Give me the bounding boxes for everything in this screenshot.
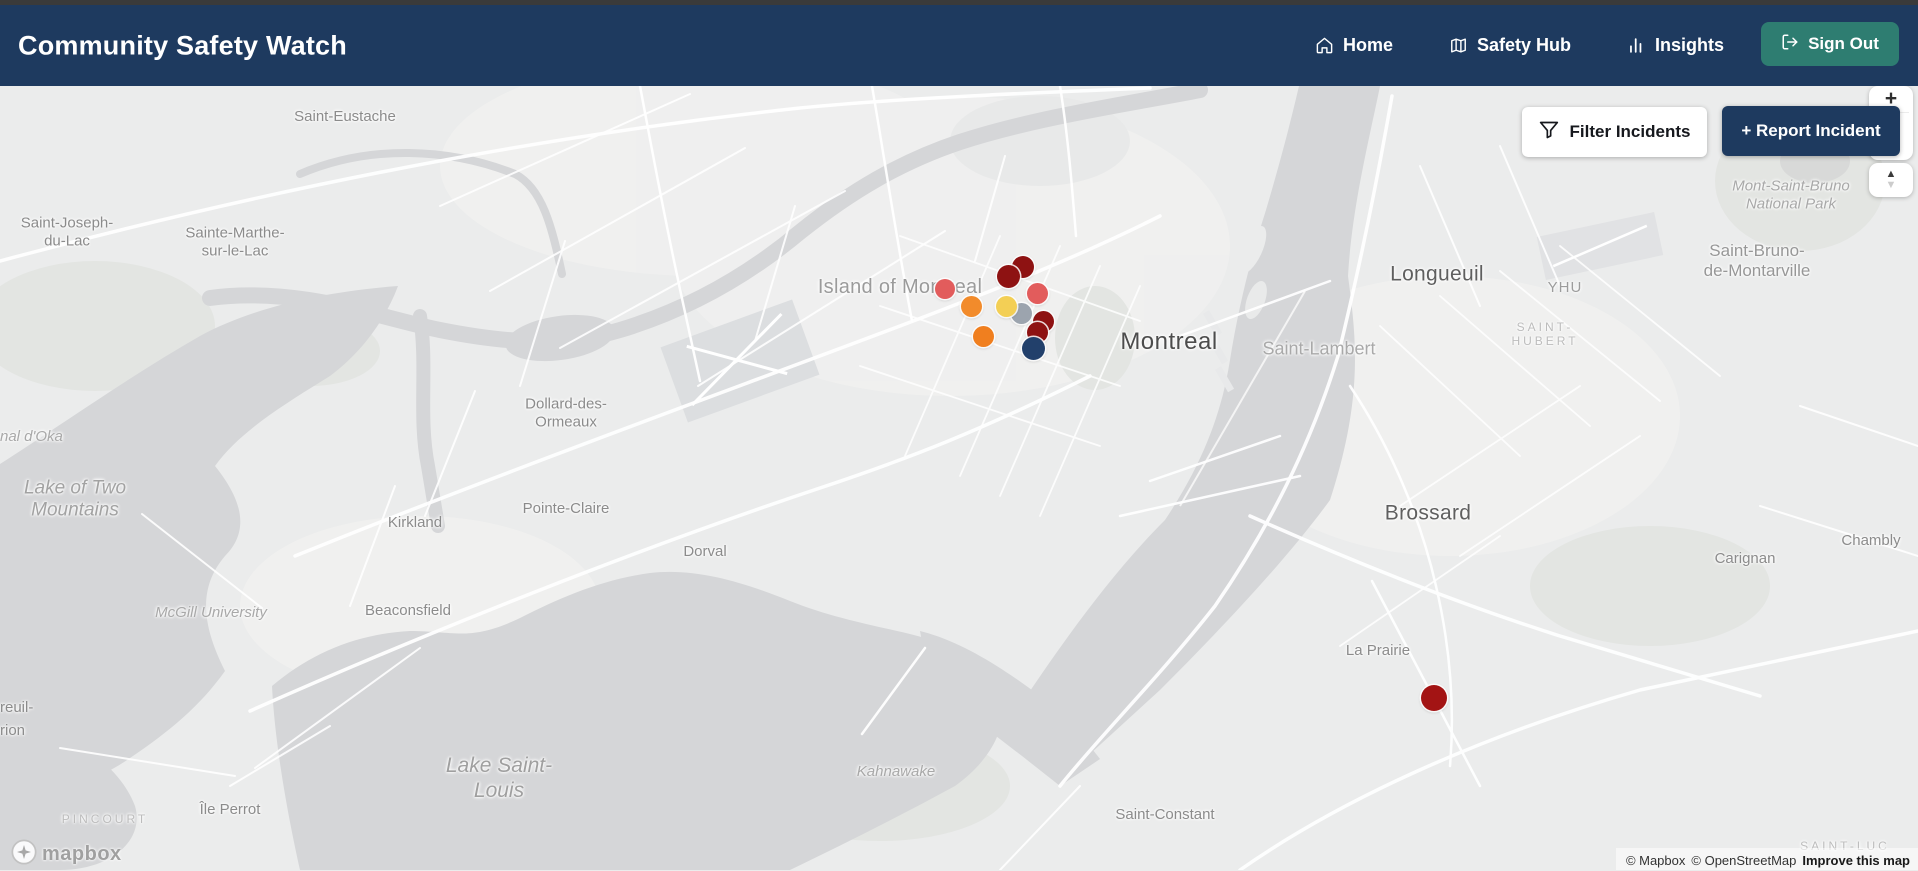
app-header: Community Safety Watch Home Safety Hub I… xyxy=(0,5,1918,86)
incident-marker-11[interactable] xyxy=(972,325,994,347)
incident-marker-3[interactable] xyxy=(1026,282,1048,304)
nav-label-insights: Insights xyxy=(1655,35,1725,55)
incident-marker-2[interactable] xyxy=(996,264,1020,288)
funnel-icon xyxy=(1539,120,1559,145)
incident-marker-12[interactable] xyxy=(1421,685,1447,711)
nav-label-safety-hub: Safety Hub xyxy=(1477,35,1572,55)
mapbox-wordmark: mapbox xyxy=(42,843,122,865)
report-incident-label: + Report Incident xyxy=(1741,121,1881,140)
sign-out-label: Sign Out xyxy=(1808,34,1879,53)
incident-marker-5[interactable] xyxy=(995,295,1017,317)
nav-item-safety-hub[interactable]: Safety Hub xyxy=(1449,35,1571,56)
improve-map-link[interactable]: Improve this map xyxy=(1802,853,1910,868)
mapbox-logo[interactable]: mapbox xyxy=(10,838,122,871)
sign-out-button[interactable]: Sign Out xyxy=(1761,22,1899,66)
map-attribution: © Mapbox © OpenStreetMap Improve this ma… xyxy=(1615,848,1918,870)
incident-marker-8[interactable] xyxy=(1021,336,1045,360)
log-out-icon xyxy=(1781,33,1799,56)
map-icon xyxy=(1449,36,1468,55)
home-icon xyxy=(1315,36,1334,55)
filter-incidents-label: Filter Incidents xyxy=(1569,122,1691,141)
nav-label-home: Home xyxy=(1343,35,1394,55)
filter-incidents-button[interactable]: Filter Incidents xyxy=(1522,107,1707,157)
incident-marker-10[interactable] xyxy=(960,295,982,317)
mapbox-logo-icon xyxy=(10,838,38,871)
app-title: Community Safety Watch xyxy=(18,30,347,60)
report-incident-button[interactable]: + Report Incident xyxy=(1722,106,1900,156)
map-pitch-control: ▲ ▼ xyxy=(1869,163,1913,197)
main-nav: Home Safety Hub Insights xyxy=(1315,5,1724,86)
attribution-osm-link[interactable]: © OpenStreetMap xyxy=(1691,853,1796,868)
bar-chart-icon xyxy=(1627,36,1646,55)
attribution-mapbox-link[interactable]: © Mapbox xyxy=(1626,853,1685,868)
nav-item-home[interactable]: Home xyxy=(1315,35,1393,56)
pitch-down-arrow[interactable]: ▼ xyxy=(1886,180,1897,191)
nav-item-insights[interactable]: Insights xyxy=(1627,35,1724,56)
incident-marker-9[interactable] xyxy=(935,279,955,299)
